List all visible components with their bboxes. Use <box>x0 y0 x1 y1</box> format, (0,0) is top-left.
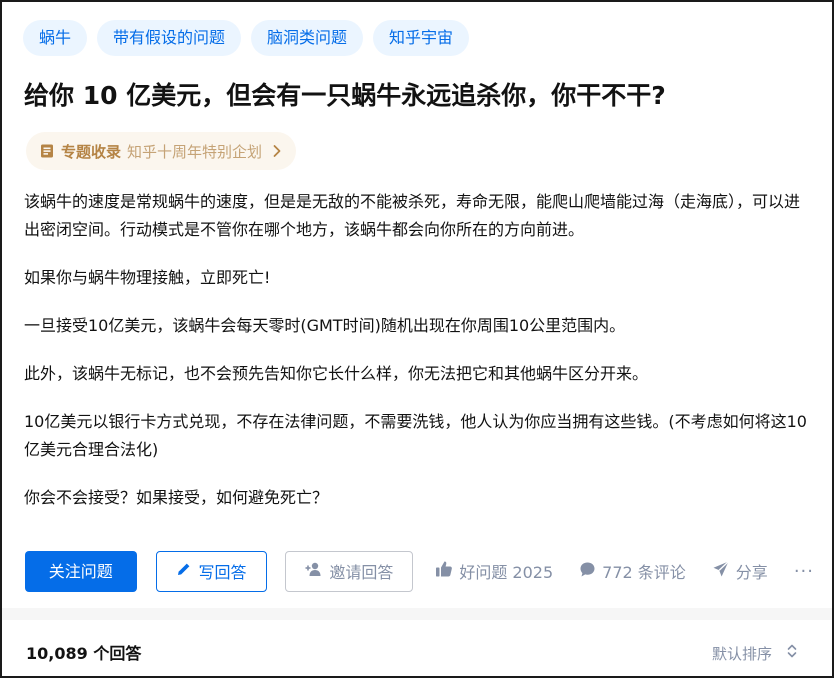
detail-paragraph: 如果你与蜗牛物理接触，立即死亡! <box>24 268 271 287</box>
detail-paragraph: 此外，该蜗牛无标记，也不会预先告知你它长什么样，你无法把它和其他蜗牛区分开来。 <box>24 364 649 383</box>
collection-name: 知乎十周年特别企划 <box>127 142 263 161</box>
pen-icon <box>176 561 192 581</box>
detail-paragraph: 该蜗牛的速度是常规蜗牛的速度，但是是无敌的不能被杀死，寿命无限，能爬山爬墙能过海… <box>24 192 801 239</box>
topic-tag[interactable]: 蜗牛 <box>23 20 88 56</box>
sort-label: 默认排序 <box>711 645 772 663</box>
sort-icon <box>786 642 798 666</box>
good-question-label: 好问题 2025 <box>459 563 554 582</box>
question-title: 给你 10 亿美元，但会有一只蜗牛永远追杀你，你干不干? <box>24 81 666 110</box>
topic-tag[interactable]: 脑洞类问题 <box>251 20 364 56</box>
detail-paragraph: 你会不会接受？如果接受，如何避免死亡？ <box>24 488 329 507</box>
good-question-button[interactable]: 好问题 2025 <box>435 551 553 592</box>
more-options-button[interactable]: ··· <box>794 551 814 592</box>
add-user-icon <box>305 561 323 581</box>
write-answer-button[interactable]: 写回答 <box>155 550 268 592</box>
thumb-up-icon <box>435 560 453 582</box>
question-card: 蜗牛 带有假设的问题 脑洞类问题 知乎宇宙 给你 10 亿美元，但会有一只蜗牛永… <box>2 2 832 608</box>
invite-answer-button[interactable]: 邀请回答 <box>285 550 414 592</box>
detail-paragraph: 10亿美元以银行卡方式兑现，不存在法律问题，不需要洗钱，他人认为你应当拥有这些钱… <box>24 412 807 459</box>
question-actions: 关注问题 写回答 邀请回答 好问题 2025 772 条评论 分享 ··· <box>25 550 814 592</box>
share-label: 分享 <box>735 563 768 582</box>
comments-label: 772 条评论 <box>602 563 686 582</box>
collection-label: 专题收录 <box>61 142 122 161</box>
answers-count: 10,089 个回答 <box>26 644 142 663</box>
doc-icon <box>39 143 55 159</box>
topic-tag[interactable]: 带有假设的问题 <box>97 20 242 56</box>
send-icon <box>712 560 730 582</box>
chevron-right-icon <box>272 144 282 158</box>
share-button[interactable]: 分享 <box>712 551 768 592</box>
question-page: 蜗牛 带有假设的问题 脑洞类问题 知乎宇宙 给你 10 亿美元，但会有一只蜗牛永… <box>0 0 834 678</box>
invite-answer-label: 邀请回答 <box>329 563 394 582</box>
collection-badge[interactable]: 专题收录 知乎十周年特别企划 <box>26 132 297 170</box>
comment-icon <box>579 561 596 582</box>
topic-tag[interactable]: 知乎宇宙 <box>373 20 470 56</box>
follow-question-button[interactable]: 关注问题 <box>25 550 137 592</box>
write-answer-label: 写回答 <box>198 563 247 582</box>
comments-button[interactable]: 772 条评论 <box>579 551 686 592</box>
section-divider <box>2 608 832 620</box>
sort-dropdown[interactable]: 默认排序 <box>712 642 798 666</box>
question-detail: 该蜗牛的速度是常规蜗牛的速度，但是是无敌的不能被杀死，寿命无限，能爬山爬墙能过海… <box>24 188 809 512</box>
topic-tags: 蜗牛 带有假设的问题 脑洞类问题 知乎宇宙 <box>23 20 470 56</box>
detail-paragraph: 一旦接受10亿美元，该蜗牛会每天零时(GMT时间)随机出现在你周围10公里范围内… <box>24 316 626 335</box>
